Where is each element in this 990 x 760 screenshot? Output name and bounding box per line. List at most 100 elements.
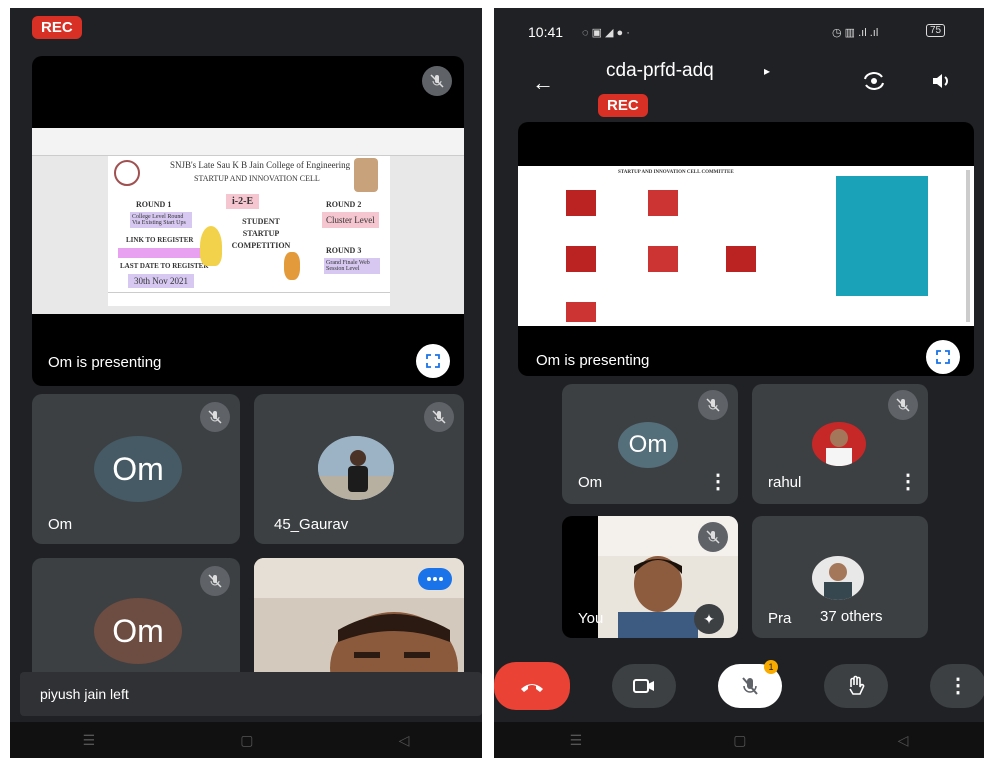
others-count-chip[interactable]: 37 others	[802, 600, 918, 632]
register-link[interactable]	[118, 248, 204, 258]
member-photo	[566, 246, 596, 272]
shared-slide: SNJB's Late Sau K B Jain College of Engi…	[32, 128, 464, 314]
camera-toggle-button[interactable]	[612, 664, 676, 708]
member-photo	[726, 246, 756, 272]
more-options-icon: ⋮	[948, 675, 968, 697]
round3-desc: Grand Finale Web Session Level	[324, 258, 380, 274]
participant-tile-om[interactable]: Om Om ⋮	[562, 384, 738, 504]
last-date: 30th Nov 2021	[128, 274, 194, 288]
last-date-label: LAST DATE TO REGISTER	[120, 262, 209, 270]
mic-off-icon	[888, 390, 918, 420]
expand-icon	[426, 354, 440, 368]
toast-text: piyush jain left	[40, 686, 129, 702]
hang-up-icon	[521, 684, 543, 692]
participant-name: Om	[578, 474, 603, 491]
mic-toggle-button[interactable]: 1	[718, 660, 782, 708]
speaker-icon[interactable]	[930, 70, 952, 97]
status-time: 10:41	[528, 24, 564, 40]
participant-name: Pra	[768, 610, 792, 627]
round1-desc: College Level Round Via Existing Start U…	[130, 212, 192, 228]
expand-icon	[936, 350, 950, 364]
more-options-icon[interactable]: ⋮	[708, 472, 728, 492]
more-options-icon[interactable]: ⋮	[898, 472, 918, 492]
speaking-indicator-icon	[418, 568, 452, 590]
member-photo	[566, 190, 596, 216]
link-label: LINK TO REGISTER	[126, 236, 194, 244]
college-line: SNJB's Late Sau K B Jain College of Engi…	[170, 160, 351, 170]
fullscreen-button[interactable]	[926, 340, 960, 374]
android-nav-bar: ☰ ▢ ◁	[494, 722, 984, 758]
switch-camera-icon[interactable]	[862, 70, 886, 97]
round2-desc: Cluster Level	[322, 212, 379, 228]
participant-tile-rahul[interactable]: rahul ⋮	[752, 384, 928, 504]
home-icon[interactable]: ▢	[240, 732, 253, 749]
slide-heading: STARTUP AND INNOVATION CELL COMMITTEE	[618, 170, 734, 175]
status-signal-icons: ◷ ▥ .ıl .ıl	[832, 27, 879, 39]
mic-off-icon	[742, 677, 758, 695]
avatar: Om	[618, 422, 678, 468]
competition-title: STUDENT STARTUP COMPETITION	[231, 217, 291, 250]
mic-off-icon	[424, 402, 454, 432]
member-photo	[648, 246, 678, 272]
round3-title: ROUND 3	[326, 246, 362, 255]
avatar: Om	[94, 598, 182, 664]
slide-footer	[108, 292, 390, 306]
shared-slide: STARTUP AND INNOVATION CELL COMMITTEE	[518, 166, 974, 326]
avatar: Om	[94, 436, 182, 502]
presentation-tile[interactable]: STARTUP AND INNOVATION CELL COMMITTEE Om…	[518, 122, 974, 376]
chevron-right-icon[interactable]: ▸	[764, 64, 770, 78]
status-notification-icons: ◌ ▣ ◢ ● ·	[582, 27, 630, 39]
more-options-button[interactable]: ⋮	[930, 664, 984, 708]
cell-line: STARTUP AND INNOVATION CELL	[194, 174, 320, 183]
participant-tile-others[interactable]: Pra 37 others	[752, 516, 928, 638]
notification-toast: piyush jain left	[20, 672, 482, 716]
college-seal-icon	[114, 160, 140, 186]
left-phone-screen: REC SNJB's Late Sau K B Jain College of …	[10, 8, 482, 758]
fullscreen-button[interactable]	[416, 344, 450, 378]
participant-name: Om	[48, 516, 73, 533]
raise-hand-button[interactable]	[824, 664, 888, 708]
rec-badge: REC	[598, 94, 648, 117]
round2-title: ROUND 2	[326, 200, 362, 209]
participant-name: You	[578, 610, 604, 627]
participant-tile-gaurav[interactable]: 45_Gaurav	[254, 394, 464, 544]
slide-scrollbar[interactable]	[966, 170, 970, 322]
founder-photo	[354, 158, 378, 192]
participant-name: 45_Gaurav	[274, 516, 349, 533]
effects-sparkle-icon[interactable]: ✦	[694, 604, 724, 634]
slide-page: SNJB's Late Sau K B Jain College of Engi…	[108, 156, 390, 306]
presenter-label: Om is presenting	[48, 354, 162, 371]
presentation-tile[interactable]: SNJB's Late Sau K B Jain College of Engi…	[32, 56, 464, 386]
back-icon[interactable]: ◁	[399, 732, 410, 749]
back-arrow-icon[interactable]: ←	[532, 70, 554, 96]
presenter-label: Om is presenting	[536, 352, 650, 369]
android-nav-bar: ☰ ▢ ◁	[10, 722, 482, 758]
event-logo: i-2-E	[226, 194, 260, 209]
mic-off-icon	[698, 522, 728, 552]
slide-sidebar-panel	[836, 176, 928, 296]
home-icon[interactable]: ▢	[733, 732, 746, 749]
mic-off-icon	[200, 566, 230, 596]
mic-off-icon	[698, 390, 728, 420]
battery-icon: 75	[926, 24, 946, 37]
member-photo	[566, 302, 596, 322]
notification-badge: 1	[764, 660, 778, 674]
avatar	[812, 556, 864, 600]
avatar	[318, 436, 394, 500]
round1-title: ROUND 1	[136, 200, 172, 209]
participant-name: rahul	[768, 474, 802, 491]
end-call-button[interactable]	[494, 662, 570, 710]
menu-icon[interactable]: ☰	[570, 732, 583, 749]
video-camera-icon	[633, 679, 654, 693]
others-count-label: 37 others	[820, 608, 883, 625]
back-icon[interactable]: ◁	[898, 732, 909, 749]
participant-tile-om[interactable]: Om Om	[32, 394, 240, 544]
participant-tile-self[interactable]: You ✦	[562, 516, 738, 638]
menu-icon[interactable]: ☰	[83, 732, 96, 749]
member-photo	[648, 190, 678, 216]
meeting-code[interactable]: cda-prfd-adq	[606, 60, 714, 82]
right-phone-screen: 10:41 ◌ ▣ ◢ ● · ◷ ▥ .ıl .ıl 75 ← cda-prf…	[494, 8, 984, 758]
lightbulb-icon	[200, 226, 222, 266]
slide-toolbar	[32, 128, 464, 156]
mic-off-icon	[200, 402, 230, 432]
